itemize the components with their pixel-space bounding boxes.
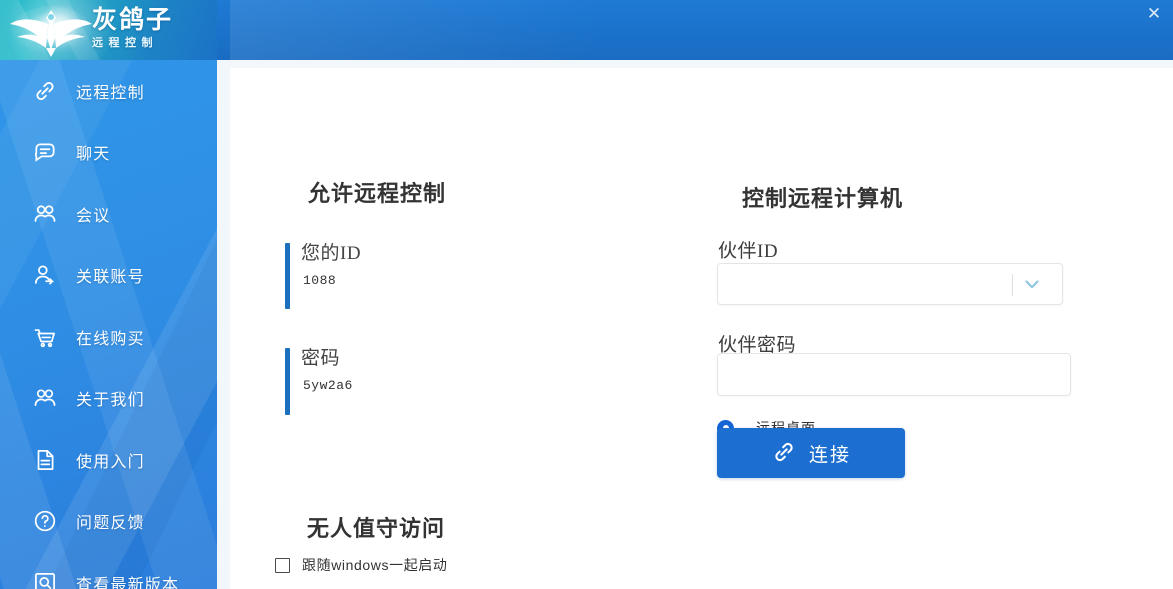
your-id-accent-bar — [285, 243, 290, 309]
partner-password-input[interactable] — [728, 354, 1062, 397]
startup-with-windows-checkbox-row[interactable]: 跟随windows一起启动 — [275, 555, 448, 575]
brand-name: 灰鸽子 — [92, 6, 174, 34]
sidebar-item-online-purchase[interactable]: 在线购买 — [0, 306, 217, 368]
sidebar: 远程控制 聊天 会议 关联账号 在线购买 关于我们 使用入门 问题反馈 查看最新… — [0, 60, 217, 589]
password-accent-bar — [285, 348, 290, 415]
sidebar-item-label: 会议 — [76, 207, 111, 225]
sidebar-item-chat[interactable]: 聊天 — [0, 122, 217, 184]
dove-logo-icon — [10, 6, 92, 57]
sidebar-item-feedback[interactable]: 问题反馈 — [0, 491, 217, 553]
sidebar-item-label: 关于我们 — [76, 392, 145, 410]
group-meeting-icon — [30, 199, 60, 229]
link-icon — [30, 76, 60, 106]
sidebar-item-remote-control[interactable]: 远程控制 — [0, 60, 217, 122]
search-box-icon — [30, 568, 60, 589]
connect-button-label: 连接 — [808, 444, 851, 466]
password-value: 5yw2a6 — [303, 378, 353, 393]
app-window: ✕ 灰鸽子 远程控制 远程控制 聊天 会议 关联账号 在线购买 关于我们 使用入… — [0, 0, 1173, 589]
sidebar-item-label: 聊天 — [76, 146, 111, 164]
startup-with-windows-checkbox[interactable] — [275, 557, 290, 573]
sidebar-item-label: 在线购买 — [76, 330, 145, 348]
sidebar-item-label: 查看最新版本 — [76, 576, 180, 589]
your-id-group: 您的ID 1088 — [285, 243, 485, 309]
brand-logo: 灰鸽子 远程控制 — [0, 0, 217, 60]
allow-remote-control-title: 允许远程控制 — [308, 181, 447, 206]
sidebar-item-meeting[interactable]: 会议 — [0, 183, 217, 245]
sidebar-item-label: 问题反馈 — [76, 515, 145, 533]
sidebar-item-label: 关联账号 — [76, 269, 145, 287]
sidebar-item-linked-account[interactable]: 关联账号 — [0, 245, 217, 307]
partner-id-combobox[interactable] — [717, 263, 1063, 306]
partner-password-field[interactable] — [717, 353, 1071, 397]
sidebar-item-getting-started[interactable]: 使用入门 — [0, 429, 217, 491]
password-group: 密码 5yw2a6 — [285, 348, 485, 415]
link-icon — [771, 439, 797, 468]
sidebar-item-check-latest-version[interactable]: 查看最新版本 — [0, 552, 217, 589]
unattended-access-title: 无人值守访问 — [307, 516, 446, 541]
your-id-label: 您的ID — [301, 243, 362, 264]
your-id-value: 1088 — [303, 273, 337, 288]
chevron-down-icon[interactable] — [1012, 264, 1052, 304]
document-icon — [30, 445, 60, 475]
sidebar-nav: 远程控制 聊天 会议 关联账号 在线购买 关于我们 使用入门 问题反馈 查看最新… — [0, 60, 217, 589]
control-remote-computer-title: 控制远程计算机 — [742, 186, 904, 211]
connect-button[interactable]: 连接 — [717, 428, 905, 478]
partner-id-input[interactable] — [728, 264, 1016, 306]
close-icon[interactable]: ✕ — [1141, 2, 1167, 26]
content-area: 允许远程控制 您的ID 1088 密码 5yw2a6 无人值守访问 跟随wind… — [217, 60, 1173, 589]
user-link-icon — [30, 260, 60, 290]
password-label: 密码 — [301, 348, 341, 369]
sidebar-item-about-us[interactable]: 关于我们 — [0, 368, 217, 430]
startup-with-windows-label: 跟随windows一起启动 — [302, 557, 448, 573]
content-panel: 允许远程控制 您的ID 1088 密码 5yw2a6 无人值守访问 跟随wind… — [230, 68, 1173, 589]
brand-text: 灰鸽子 远程控制 — [92, 5, 212, 57]
chat-bubble-icon — [30, 137, 60, 167]
titlebar-sheen — [230, 0, 1173, 60]
people-icon — [30, 383, 60, 413]
brand-tagline: 远程控制 — [92, 37, 158, 49]
partner-id-label: 伙伴ID — [718, 241, 779, 262]
sidebar-item-label: 使用入门 — [76, 453, 145, 471]
question-circle-icon — [30, 506, 60, 536]
shopping-cart-icon — [30, 322, 60, 352]
sidebar-item-label: 远程控制 — [76, 84, 145, 102]
